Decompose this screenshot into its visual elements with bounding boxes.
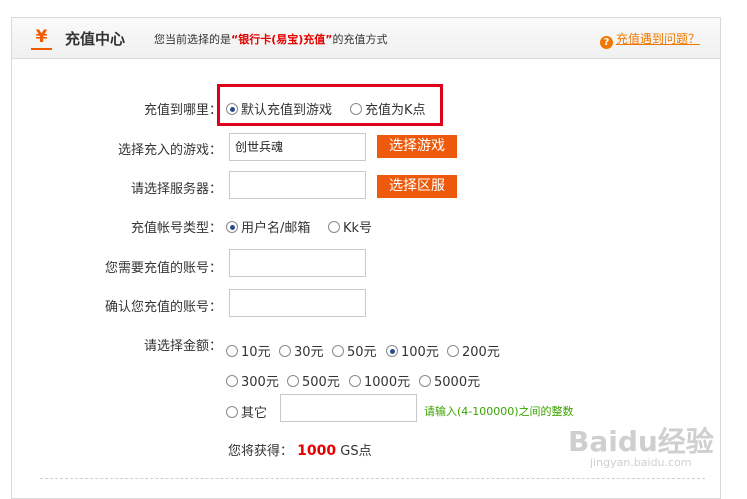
amount-option-label: 5000元 <box>434 375 481 390</box>
payment-method-description: 您当前选择的是“银行卡(易宝)充值”的充值方式 <box>154 31 388 47</box>
game-input[interactable]: 创世兵魂 <box>229 133 366 161</box>
amount-option[interactable]: 50元 <box>332 341 377 360</box>
confirm-account-label: 确认您充值的账号： <box>104 300 222 315</box>
panel-header: ¥ 充值中心 您当前选择的是“银行卡(易宝)充值”的充值方式 ? 充值遇到问题？ <box>12 18 720 59</box>
amount-option-label: 500元 <box>302 375 340 390</box>
account-type-kk[interactable]: Kk号 <box>328 217 372 236</box>
confirm-account-input[interactable] <box>229 289 366 317</box>
payment-method-name: “银行卡(易宝)充值” <box>231 33 333 46</box>
amount-option-label: 1000元 <box>364 375 411 390</box>
help-link-container[interactable]: ? 充值遇到问题？ <box>600 30 700 49</box>
game-label: 选择充入的游戏： <box>117 143 222 158</box>
radio-icon[interactable] <box>328 221 340 233</box>
radio-icon[interactable] <box>447 345 459 357</box>
amount-option-label: 30元 <box>294 345 324 360</box>
radio-selected-icon[interactable] <box>226 221 238 233</box>
radio-icon[interactable] <box>279 345 291 357</box>
radio-icon[interactable] <box>350 103 362 115</box>
account-input[interactable] <box>229 249 366 277</box>
server-input[interactable] <box>229 171 366 199</box>
question-circle-icon[interactable]: ? <box>600 36 613 49</box>
target-option-kpoint-label: 充值为K点 <box>365 103 426 118</box>
radio-icon[interactable] <box>226 375 238 387</box>
account-type-label: 充值帐号类型： <box>130 221 222 236</box>
amount-option-other[interactable]: 其它 <box>226 402 267 421</box>
amount-label: 请选择金额： <box>143 339 222 354</box>
amount-option[interactable]: 30元 <box>279 341 324 360</box>
account-type-username[interactable]: 用户名/邮箱 <box>226 217 310 236</box>
choose-game-button[interactable]: 选择游戏 <box>377 135 457 158</box>
earn-unit: GS点 <box>340 444 372 459</box>
amount-option[interactable]: 5000元 <box>419 371 480 390</box>
radio-icon[interactable] <box>419 375 431 387</box>
earn-summary: 您将获得： 1000 GS点 <box>228 440 372 459</box>
amount-option-other-label: 其它 <box>241 406 268 421</box>
radio-selected-icon[interactable] <box>386 345 398 357</box>
target-option-game-label: 默认充值到游戏 <box>241 103 333 118</box>
baidu-watermark: Baidu经验 <box>568 425 714 458</box>
amount-option-label: 50元 <box>347 345 377 360</box>
amount-option[interactable]: 500元 <box>287 371 340 390</box>
account-label: 您需要充值的账号： <box>104 261 222 276</box>
other-amount-hint: 请输入(4-100000)之间的整数 <box>424 405 574 418</box>
radio-icon[interactable] <box>349 375 361 387</box>
amount-option-label: 300元 <box>241 375 279 390</box>
target-label: 充值到哪里： <box>143 103 222 118</box>
radio-icon[interactable] <box>287 375 299 387</box>
amount-option-label: 200元 <box>462 345 500 360</box>
earn-prefix: 您将获得： <box>228 444 294 459</box>
amount-option-label: 100元 <box>401 345 439 360</box>
choose-server-button[interactable]: 选择区服 <box>377 175 457 198</box>
radio-icon[interactable] <box>226 406 238 418</box>
subtitle-prefix: 您当前选择的是 <box>154 33 231 46</box>
amount-option[interactable]: 200元 <box>447 341 500 360</box>
page-title: 充值中心 <box>65 30 126 48</box>
subtitle-suffix: 的充值方式 <box>332 33 388 46</box>
earn-amount: 1000 <box>297 443 337 459</box>
divider <box>40 478 705 479</box>
help-link[interactable]: 充值遇到问题？ <box>616 32 700 46</box>
amount-option[interactable]: 1000元 <box>349 371 410 390</box>
target-option-game[interactable]: 默认充值到游戏 <box>226 99 332 118</box>
amount-option[interactable]: 300元 <box>226 371 279 390</box>
baidu-watermark-url: jingyan.baidu.com <box>590 456 692 469</box>
yen-icon: ¥ <box>31 26 52 50</box>
account-type-kk-label: Kk号 <box>343 221 373 236</box>
other-amount-input[interactable] <box>280 394 417 422</box>
amount-option-label: 10元 <box>241 345 271 360</box>
account-type-username-label: 用户名/邮箱 <box>241 221 311 236</box>
amount-option-selected[interactable]: 100元 <box>386 341 439 360</box>
radio-icon[interactable] <box>226 345 238 357</box>
radio-selected-icon[interactable] <box>226 103 238 115</box>
radio-icon[interactable] <box>332 345 344 357</box>
amount-option[interactable]: 10元 <box>226 341 271 360</box>
server-label: 请选择服务器： <box>130 182 222 197</box>
target-option-kpoint[interactable]: 充值为K点 <box>350 99 426 118</box>
